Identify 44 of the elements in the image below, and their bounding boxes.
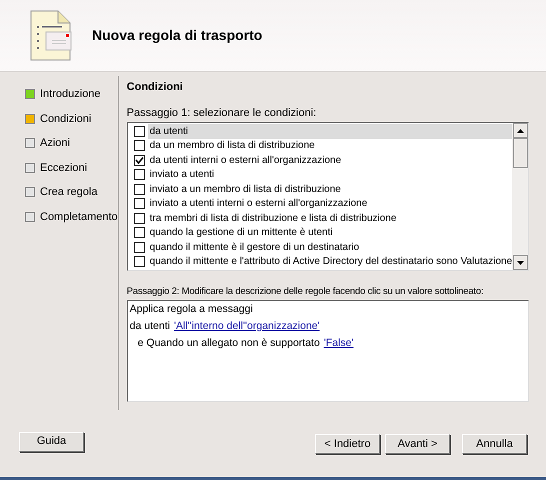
description-text: e Quando un allegato non è supportato — [138, 336, 320, 351]
checkbox[interactable] — [134, 242, 145, 253]
condition-item[interactable]: tra membri di lista di distribuzione e lista di distribuzione — [148, 210, 512, 226]
step1-label: Passaggio 1: selezionare le condizioni: — [126, 106, 318, 120]
wizard-step: Crea regola — [40, 184, 98, 200]
scrollbar[interactable] — [512, 123, 528, 270]
condition-item[interactable]: quando la gestione di un mittente è utenti — [148, 225, 512, 240]
checkbox[interactable] — [134, 126, 145, 137]
checkbox[interactable] — [134, 140, 145, 152]
condition-item[interactable]: inviato a utenti interni o esterni all'organizzazione — [148, 196, 512, 212]
condition-item[interactable]: da un membro di lista di distribuzione — [148, 138, 512, 154]
checkbox[interactable] — [134, 256, 145, 268]
checkbox[interactable] — [134, 154, 145, 166]
condition-item[interactable]: inviato a un membro di lista di distribuzione — [148, 182, 512, 197]
cancel-button[interactable]: Annulla — [462, 434, 527, 454]
checkbox[interactable] — [134, 198, 145, 210]
checkbox[interactable] — [134, 227, 145, 238]
checkbox[interactable] — [134, 184, 145, 195]
up-arrow-icon[interactable] — [516, 128, 524, 132]
checkbox[interactable] — [134, 212, 145, 224]
wizard-step: Azioni — [40, 135, 70, 152]
wizard-step: Eccezioni — [40, 160, 88, 176]
condition-item[interactable]: quando il mittente e l'attributo di Active Directory del destinatario sono Valutazione — [148, 254, 512, 270]
description-text: da utenti — [130, 318, 170, 334]
window-title: Nuova regola di trasporto — [92, 26, 262, 45]
wizard-step: Introduzione — [40, 86, 101, 102]
condition-item[interactable]: da utenti interni o esterni all'organizzazione — [148, 152, 512, 168]
value-link[interactable]: 'False' — [324, 336, 354, 352]
back-button[interactable]: < Indietro — [315, 434, 380, 454]
scroll-thumb[interactable] — [512, 138, 528, 168]
help-button[interactable]: Guida — [19, 432, 84, 452]
condition-item[interactable]: inviato a utenti — [148, 167, 512, 182]
description-text: Applica regola a messaggi — [130, 302, 253, 317]
next-button[interactable]: Avanti > — [385, 434, 450, 454]
wizard-step: Condizioni — [40, 110, 92, 127]
step2-label: Passaggio 2: Modificare la descrizione delle regole facendo clic su un valore sottolineato: — [126, 285, 484, 299]
section-title: Condizioni — [126, 80, 184, 95]
condition-item[interactable]: quando il mittente è il gestore di un destinatario — [148, 240, 512, 255]
document-mail-icon — [30, 10, 72, 62]
condition-item[interactable]: da utenti — [148, 124, 512, 139]
down-arrow-icon[interactable] — [516, 260, 524, 264]
value-link[interactable]: 'All''interno dell''organizzazione' — [174, 318, 320, 335]
checkbox[interactable] — [134, 169, 145, 180]
wizard-step: Completamento — [40, 208, 118, 225]
